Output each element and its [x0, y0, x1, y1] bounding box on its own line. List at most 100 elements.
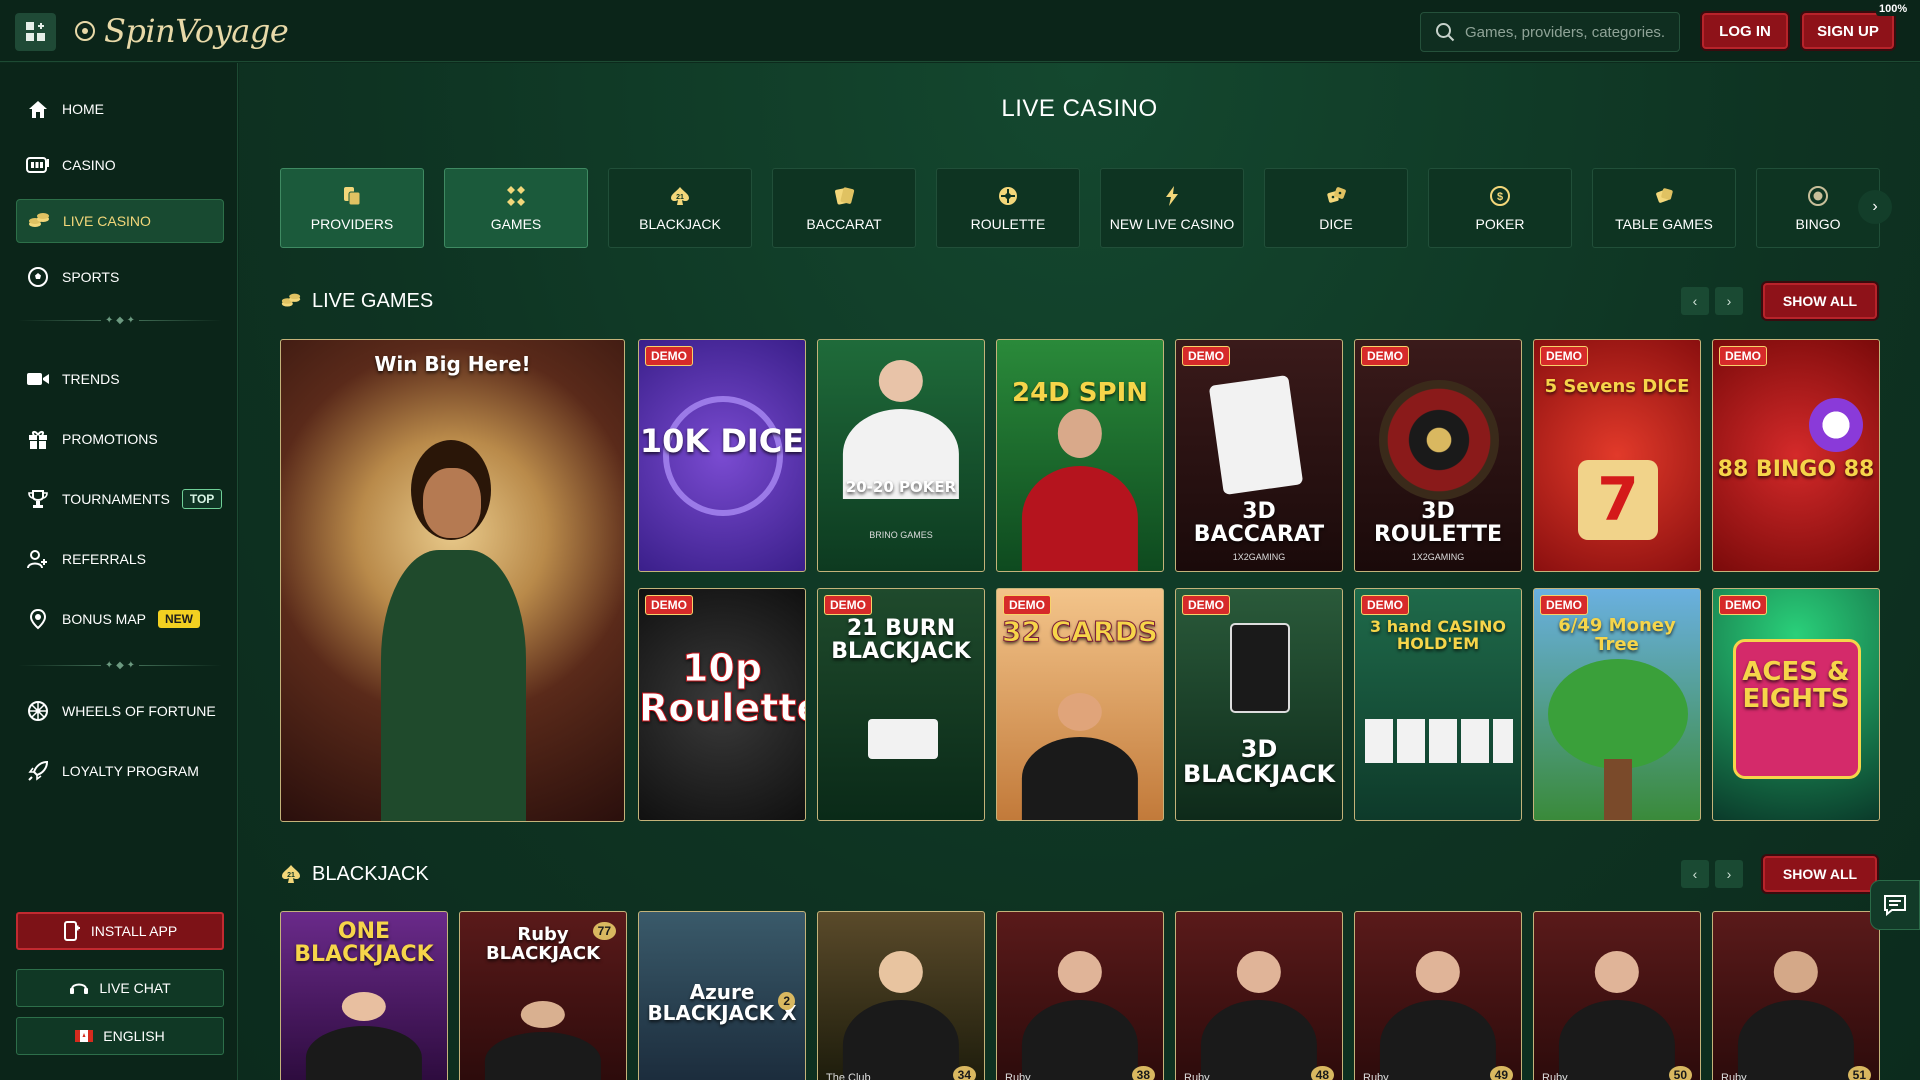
feature-banner[interactable]: Win Big Here! — [280, 339, 625, 822]
blackjack-icon: 21 — [282, 865, 300, 883]
chevron-right-icon: › — [1726, 293, 1732, 309]
dealer-art — [1379, 951, 1497, 1080]
login-button[interactable]: LOG IN — [1702, 13, 1788, 49]
game-title: 10p Roulette — [639, 646, 806, 730]
live-games-show-all-button[interactable]: SHOW ALL — [1763, 283, 1877, 319]
sidebar-item-trends[interactable]: TRENDS — [16, 357, 224, 401]
live-games-next-button[interactable]: › — [1715, 287, 1743, 315]
game-card[interactable]: DEMO 88 BINGO 88 — [1712, 339, 1880, 572]
table-number-badge: 48 — [1310, 1066, 1334, 1080]
slot-icon — [26, 153, 50, 177]
live-chat-button[interactable]: LIVE CHAT — [16, 969, 224, 1007]
chat-bubble-icon — [1884, 895, 1906, 917]
sidebar-item-label: TOURNAMENTS — [62, 491, 170, 507]
game-card[interactable]: 20-20 POKER BRINO GAMES — [817, 339, 985, 572]
chat-widget-button[interactable] — [1870, 880, 1920, 930]
tab-blackjack[interactable]: 21 BLACKJACK — [608, 168, 752, 248]
game-card[interactable]: DEMO 3D BLACKJACK — [1175, 588, 1343, 821]
game-card[interactable]: DEMO 3 hand CASINO HOLD'EM — [1354, 588, 1522, 821]
dealer-art — [1021, 692, 1139, 820]
sidebar-item-label: PROMOTIONS — [62, 431, 158, 447]
tab-label: GAMES — [490, 216, 542, 232]
game-card[interactable]: DEMO 5 Sevens DICE 7 — [1533, 339, 1701, 572]
blackjack-next-button[interactable]: › — [1715, 860, 1743, 888]
game-card[interactable]: Ruby 50 — [1533, 911, 1701, 1080]
brand-logo[interactable]: SpinVoyage — [70, 6, 289, 56]
game-card[interactable]: The Club 34 — [817, 911, 985, 1080]
game-card[interactable]: Ruby BLACKJACK 77 — [459, 911, 627, 1080]
game-title: 3D ROULETTE — [1373, 499, 1503, 548]
svg-text:21: 21 — [287, 872, 295, 879]
chevron-left-icon: ‹ — [1692, 866, 1698, 882]
sidebar-item-sports[interactable]: SPORTS — [16, 255, 224, 299]
tree-art — [1548, 659, 1688, 769]
tab-providers[interactable]: PROVIDERS — [280, 168, 424, 248]
sidebar-item-live-casino[interactable]: LIVE CASINO — [16, 199, 224, 243]
game-provider: 1X2GAMING — [1232, 552, 1286, 562]
game-card[interactable]: Ruby 51 — [1712, 911, 1880, 1080]
sidebar-item-home[interactable]: HOME — [16, 87, 224, 131]
sidebar-item-casino[interactable]: CASINO — [16, 143, 224, 187]
game-title: 24D SPIN — [1011, 378, 1149, 408]
demo-badge: DEMO — [1719, 346, 1767, 366]
game-card[interactable]: DEMO 10K DICE — [638, 339, 806, 572]
game-card[interactable]: DEMO 3D BACCARAT 1X2GAMING — [1175, 339, 1343, 572]
bingo-ball-art — [1809, 398, 1863, 452]
top-header: SpinVoyage LOG IN SIGN UP 100% — [0, 0, 1920, 62]
sidebar-toggle-button[interactable] — [15, 13, 56, 51]
blackjack-prev-button[interactable]: ‹ — [1681, 860, 1709, 888]
tab-games[interactable]: GAMES — [444, 168, 588, 248]
search-input[interactable] — [1465, 23, 1665, 41]
headset-icon — [70, 983, 89, 994]
game-card[interactable]: Ruby 38 — [996, 911, 1164, 1080]
tab-table-games[interactable]: TABLE GAMES — [1592, 168, 1736, 248]
tab-poker[interactable]: $ POKER — [1428, 168, 1572, 248]
game-card[interactable]: ONE BLACKJACK — [280, 911, 448, 1080]
demo-badge: DEMO — [1182, 595, 1230, 615]
game-card[interactable]: DEMO 3D ROULETTE 1X2GAMING — [1354, 339, 1522, 572]
tab-label: POKER — [1475, 216, 1525, 232]
categories-next-button[interactable]: › — [1858, 190, 1892, 224]
game-card[interactable]: Ruby 48 — [1175, 911, 1343, 1080]
game-title: 10K DICE — [639, 422, 805, 460]
game-card[interactable]: DEMO 21 BURN BLACKJACK — [817, 588, 985, 821]
game-card[interactable]: Ruby 49 — [1354, 911, 1522, 1080]
sidebar-divider: ✦ ◆ ✦ — [18, 659, 222, 671]
search-box[interactable] — [1420, 12, 1680, 52]
chips-icon — [281, 293, 301, 307]
demo-badge: DEMO — [1540, 346, 1588, 366]
table-number-badge: 50 — [1668, 1066, 1692, 1080]
sidebar-item-referrals[interactable]: REFERRALS — [16, 537, 224, 581]
trophy-icon — [26, 487, 50, 511]
sidebar-item-wheels-of-fortune[interactable]: WHEELS OF FORTUNE — [16, 689, 224, 733]
game-card[interactable]: 24D SPIN — [996, 339, 1164, 572]
game-card[interactable]: DEMO 10p Roulette — [638, 588, 806, 821]
sidebar-item-promotions[interactable]: PROMOTIONS — [16, 417, 224, 461]
video-icon — [26, 367, 50, 391]
demo-badge: DEMO — [824, 595, 872, 615]
tab-baccarat[interactable]: BACCARAT — [772, 168, 916, 248]
dealer-art — [484, 1001, 602, 1080]
tab-new-live-casino[interactable]: NEW LIVE CASINO — [1100, 168, 1244, 248]
signup-button[interactable]: SIGN UP — [1802, 13, 1894, 49]
language-button[interactable]: ENGLISH — [16, 1017, 224, 1055]
game-card[interactable]: DEMO 32 CARDS — [996, 588, 1164, 821]
roulette-wheel-art — [1379, 380, 1499, 500]
install-app-button[interactable]: INSTALL APP — [16, 912, 224, 950]
blackjack-heading: 21 BLACKJACK — [280, 859, 429, 889]
sidebar-item-label: SPORTS — [62, 269, 120, 285]
game-card[interactable]: DEMO ACES & EIGHTS — [1712, 588, 1880, 821]
game-title: 20-20 POKER — [845, 478, 957, 496]
dealer-art — [1558, 951, 1676, 1080]
game-card[interactable]: Azure BLACKJACK X 2 — [638, 911, 806, 1080]
tab-roulette[interactable]: ROULETTE — [936, 168, 1080, 248]
tab-dice[interactable]: DICE — [1264, 168, 1408, 248]
games-icon — [504, 184, 528, 208]
sidebar-item-bonus-map[interactable]: BONUS MAP NEW — [16, 597, 224, 641]
live-games-prev-button[interactable]: ‹ — [1681, 287, 1709, 315]
blackjack-show-all-button[interactable]: SHOW ALL — [1763, 856, 1877, 892]
game-card[interactable]: DEMO 6/49 Money Tree — [1533, 588, 1701, 821]
sidebar-item-loyalty-program[interactable]: LOYALTY PROGRAM — [16, 749, 224, 793]
sidebar-item-tournaments[interactable]: TOURNAMENTS TOP — [16, 477, 224, 521]
table-games-icon — [1652, 184, 1676, 208]
